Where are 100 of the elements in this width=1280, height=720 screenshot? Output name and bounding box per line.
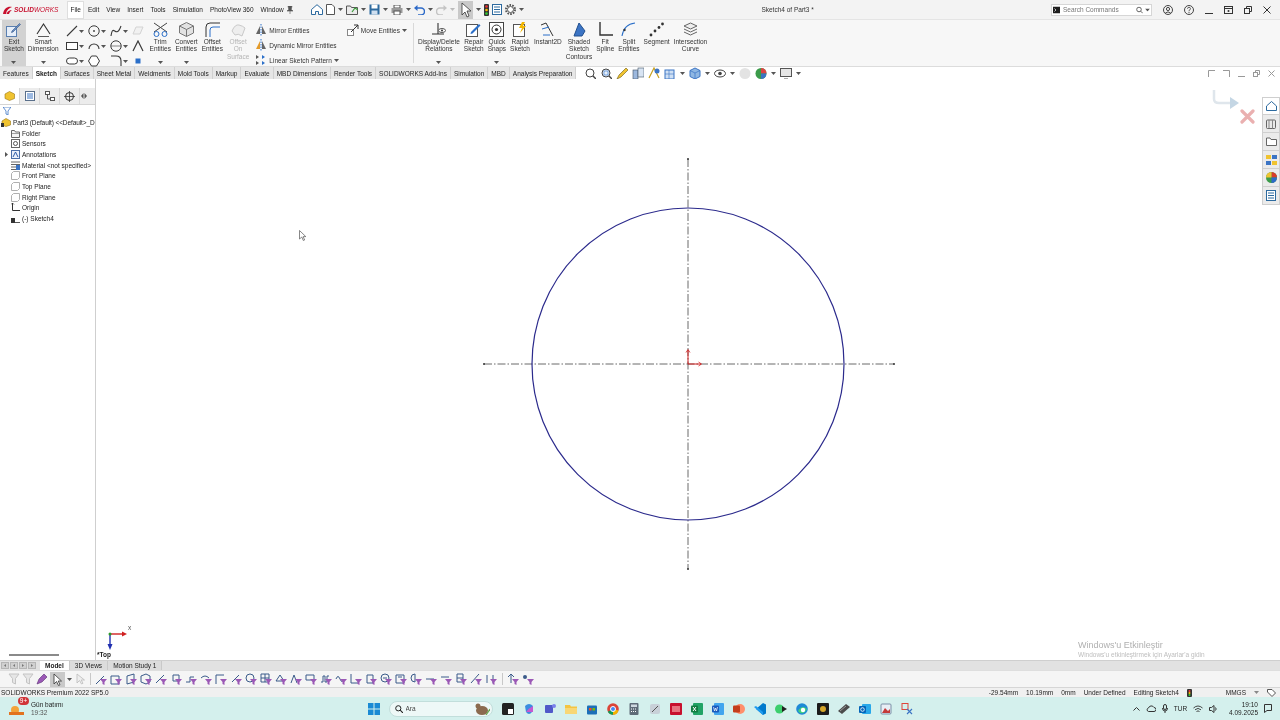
caret-icon[interactable] [183,61,189,64]
selection-filter-icon[interactable] [260,673,273,685]
pen-app-icon[interactable] [837,702,850,715]
browser-icon[interactable] [795,702,808,715]
browser-icon[interactable] [606,702,619,715]
line-icon[interactable] [65,25,78,37]
speaker-icon[interactable] [1209,704,1219,713]
selection-filter-icon[interactable] [170,673,183,685]
zoom-area-icon[interactable] [600,67,612,79]
caret-icon[interactable] [476,8,482,11]
selection-filter-icon[interactable] [305,673,318,685]
code-editor-icon[interactable] [753,702,766,715]
snipping-icon[interactable] [900,702,913,715]
restore-icon[interactable] [1244,5,1252,14]
selection-filter-icon[interactable] [95,673,108,685]
cube-icon[interactable] [689,67,701,79]
selection-filter-icon[interactable] [200,673,213,685]
app-icon[interactable] [648,702,661,715]
selection-filter-icon[interactable] [110,673,123,685]
notification-icon[interactable] [1264,704,1272,713]
mail-icon[interactable] [858,702,871,715]
section-view-icon[interactable] [632,67,644,79]
caret-icon[interactable] [338,8,344,11]
circle-icon[interactable] [87,25,100,37]
tile-icon[interactable] [1208,69,1215,77]
presentation-icon[interactable] [732,702,745,715]
selection-filter-icon[interactable] [395,673,408,685]
wifi-icon[interactable] [1193,704,1204,713]
selection-filter-icon[interactable] [215,673,228,685]
selection-filter-icon[interactable] [230,673,243,685]
microphone-icon[interactable] [1161,704,1168,713]
selection-filter-icon[interactable] [410,673,423,685]
caret-icon[interactable] [157,61,163,64]
expand-arrow-icon[interactable] [4,151,9,157]
caret-icon[interactable] [730,71,735,75]
caret-icon[interactable] [100,44,106,48]
pointer-icon[interactable] [50,671,65,687]
eye-icon[interactable] [714,67,726,79]
selection-filter-icon[interactable] [275,673,288,685]
color-ball-icon[interactable] [755,67,767,79]
selection-filter-icon[interactable] [185,673,198,685]
list-icon[interactable] [492,4,503,15]
caret-icon[interactable] [122,44,128,48]
caret-icon[interactable] [122,29,128,33]
caret-icon[interactable] [11,61,17,64]
caret-icon[interactable] [494,61,500,64]
slot-icon[interactable] [65,55,78,67]
save-icon[interactable] [369,4,381,15]
chevron-up-icon[interactable] [1132,706,1140,711]
caret-icon[interactable] [705,71,710,75]
selection-filter-icon[interactable] [140,673,153,685]
zoom-fit-icon[interactable] [584,67,596,79]
spreadsheet-icon[interactable] [690,702,703,715]
selection-filter-icon[interactable] [522,673,535,685]
caret-icon[interactable] [78,59,84,63]
arc-icon[interactable] [87,40,100,52]
caret-icon[interactable] [361,8,367,11]
open-folder-icon[interactable] [346,4,359,15]
help-icon[interactable] [1184,4,1194,15]
home-icon[interactable] [311,4,324,15]
task-pane-tab[interactable] [1262,187,1280,205]
caret-icon[interactable] [436,61,442,64]
close-icon[interactable] [1263,5,1271,14]
caret-icon[interactable] [67,677,72,681]
window-view-icon[interactable] [1224,5,1233,14]
selection-filter-icon[interactable] [125,673,138,685]
selection-filter-icon[interactable] [290,673,303,685]
selection-filter-icon[interactable] [380,673,393,685]
photo-app-icon[interactable] [879,702,892,715]
selection-filter-icon[interactable] [350,673,363,685]
calculator-icon[interactable] [627,702,640,715]
selection-filter-icon[interactable] [155,673,168,685]
task-pane-tab[interactable] [1262,97,1280,115]
grid-square-icon[interactable] [664,67,676,79]
user-icon[interactable] [1163,4,1173,15]
task-pane-tab[interactable] [1262,169,1280,187]
caret-icon[interactable] [78,44,84,48]
selection-filter-icon[interactable] [455,673,468,685]
caret-icon[interactable] [1145,8,1150,11]
traffic-light-icon[interactable] [484,3,490,16]
printer-icon[interactable] [391,4,404,15]
pointer-icon[interactable] [458,0,474,19]
caret-icon[interactable] [1254,691,1259,694]
task-pane-tab[interactable] [1262,133,1280,151]
circle-icon[interactable] [109,40,122,52]
selection-filter-icon[interactable] [507,673,520,685]
copilot-icon[interactable] [522,702,535,715]
undo-icon[interactable] [414,4,426,15]
caret-icon[interactable] [122,59,128,63]
selection-filter-icon[interactable] [335,673,348,685]
caret-icon[interactable] [383,8,389,11]
caret-icon[interactable] [771,71,776,75]
start-icon[interactable] [367,702,380,715]
app-icon[interactable] [816,702,829,715]
selection-filter-icon[interactable] [245,673,258,685]
caret-icon[interactable] [680,71,685,75]
monitor-icon[interactable] [780,67,792,79]
caret-icon[interactable] [333,58,339,62]
rectangle-icon[interactable] [65,40,78,52]
new-document-icon[interactable] [326,4,336,15]
